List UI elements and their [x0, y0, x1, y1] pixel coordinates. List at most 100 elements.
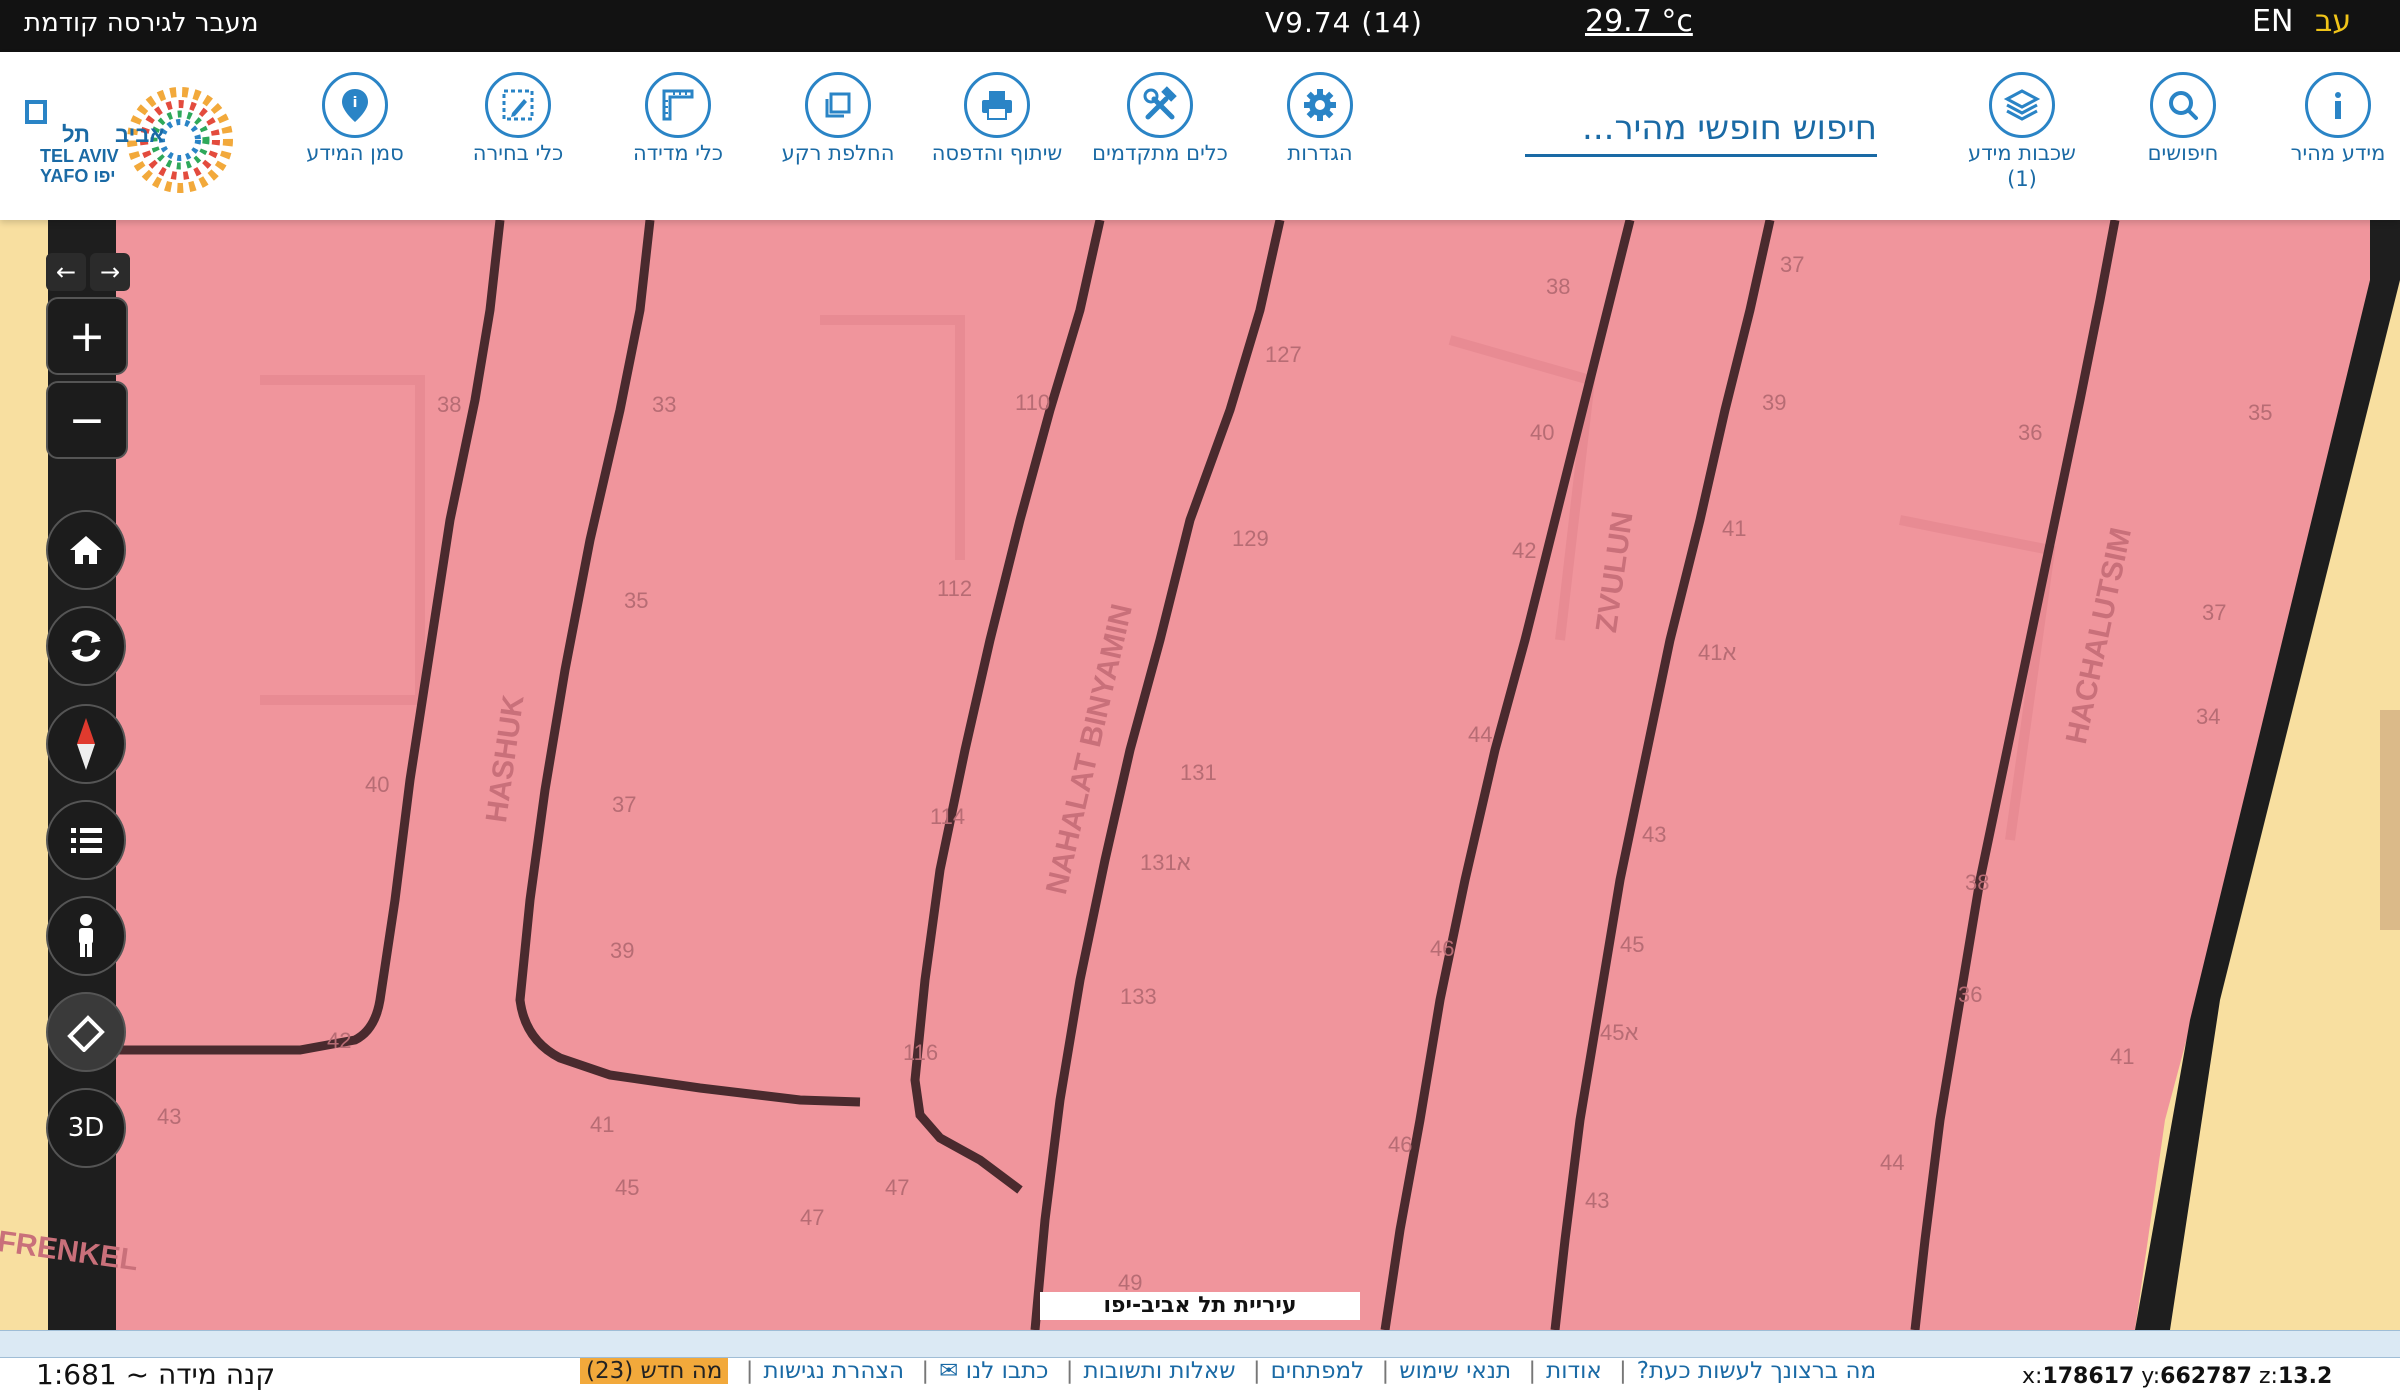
printer-icon: [964, 72, 1030, 138]
refresh-icon: [71, 630, 101, 662]
house-number: 127: [1265, 342, 1302, 367]
eraser-button[interactable]: [46, 992, 126, 1072]
quick-search-input[interactable]: חיפוש חופשי מהיר...: [1525, 102, 1877, 157]
legend-button[interactable]: [46, 800, 126, 880]
eraser-icon: [67, 1015, 105, 1052]
house-number: 44: [1880, 1150, 1905, 1175]
coordinates-readout: x:178617 y:662787 z:13.2: [2022, 1364, 2332, 1389]
toolbar: תל אביב TEL AVIV YAFO יפו i סמן המידע כל…: [0, 52, 2400, 220]
info-icon: [2305, 72, 2371, 138]
measure-tool[interactable]: כלי מדידה: [603, 72, 753, 166]
basemap-tool[interactable]: החלפת רקע: [763, 72, 913, 166]
version-label: V9.74 (14): [1265, 6, 1423, 39]
logo-tel-text: תל: [62, 122, 90, 147]
select-tool[interactable]: כלי בחירה: [443, 72, 593, 166]
footer-link-accessibility[interactable]: הצהרת נגישות: [763, 1358, 904, 1384]
coord-y-value: 662787: [2160, 1364, 2252, 1389]
arrow-right-icon[interactable]: →: [90, 253, 130, 291]
house-number: 114: [930, 804, 966, 829]
house-number: 38: [1546, 274, 1571, 299]
tel-aviv-yafo-logo[interactable]: תל אביב TEL AVIV YAFO יפו: [20, 80, 250, 205]
house-number: 40: [365, 772, 390, 797]
arrow-left-icon[interactable]: ←: [46, 253, 86, 291]
whats-new-badge[interactable]: מה חדש (23): [580, 1358, 729, 1384]
zoom-in-button[interactable]: +: [46, 297, 128, 375]
language-en-button[interactable]: EN: [2252, 4, 2293, 39]
layers-count: (1): [2007, 167, 2037, 191]
house-number: 37: [1780, 252, 1805, 277]
compass-button[interactable]: [46, 704, 126, 784]
map-canvas[interactable]: 38 33 110 127 38 37 39 36 35 40 129 41 3…: [0, 220, 2400, 1330]
footer-link-faq[interactable]: שאלות ותשובות: [1084, 1358, 1236, 1384]
layers-label: שכבות מידע: [1968, 141, 2076, 165]
house-number: 37: [612, 792, 637, 817]
search-icon: [2150, 72, 2216, 138]
footer-link-about[interactable]: אודות: [1546, 1358, 1602, 1384]
house-number: 110: [1015, 390, 1051, 415]
previous-version-link[interactable]: מעבר לגירסה קודמת: [24, 8, 258, 38]
coord-z-label: z:: [2259, 1364, 2278, 1389]
coord-x-value: 178617: [2042, 1364, 2135, 1389]
footer: קנה מידה ~ 1:681 מה ברצונך לעשות כעת? | א…: [0, 1330, 2400, 1394]
logo-aviv-en-text: TEL AVIV: [40, 146, 119, 166]
house-number: 41א: [1698, 640, 1737, 665]
street-view-button[interactable]: [46, 896, 126, 976]
house-number: 41: [2110, 1044, 2135, 1069]
house-number: 116: [903, 1040, 939, 1065]
house-number: 34: [2196, 704, 2221, 729]
footer-link-what-to-do[interactable]: מה ברצונך לעשות כעת?: [1637, 1358, 1876, 1384]
house-number: 40: [1530, 420, 1555, 445]
view-3d-button[interactable]: 3D: [46, 1088, 126, 1168]
house-number: 44: [1468, 722, 1493, 747]
house-number: 129: [1232, 526, 1269, 551]
house-number: 42: [327, 1028, 352, 1053]
footer-link-terms[interactable]: תנאי שימוש: [1399, 1358, 1511, 1384]
house-number: 47: [885, 1175, 910, 1200]
separator: |: [1065, 1358, 1074, 1384]
basemap-label: החלפת רקע: [781, 141, 895, 165]
compass-icon: [77, 718, 95, 770]
tools-hammer-icon: [1127, 72, 1193, 138]
house-number: 35: [2248, 400, 2273, 425]
searches-tool[interactable]: חיפושים: [2108, 72, 2258, 166]
list-icon: [71, 828, 102, 853]
person-icon: [79, 914, 93, 957]
logo-yafo-text: YAFO יפו: [40, 166, 116, 186]
house-number: 45א: [1600, 1020, 1639, 1045]
footer-link-developers[interactable]: למפתחים: [1271, 1358, 1365, 1384]
share-print-label: שיתוף והדפסה: [931, 141, 1063, 165]
footer-link-contact[interactable]: כתבו לנו ✉: [939, 1358, 1048, 1384]
footer-collapse-handle[interactable]: [0, 1330, 2400, 1358]
house-number: 33: [652, 392, 677, 417]
zoom-out-button[interactable]: −: [46, 381, 128, 459]
settings-tool[interactable]: הגדרות: [1245, 72, 1395, 166]
coord-x-label: x:: [2022, 1364, 2043, 1389]
coord-z-value: 13.2: [2277, 1364, 2333, 1389]
house-number: 36: [1958, 982, 1983, 1007]
advanced-tools-label: כלים מתקדמים: [1092, 141, 1228, 165]
house-number: 41: [590, 1112, 615, 1137]
panel-arrows: ← →: [46, 253, 130, 291]
layers-tool[interactable]: שכבות מידע (1): [1947, 72, 2097, 192]
share-print-tool[interactable]: שיתוף והדפסה: [922, 72, 1072, 166]
house-number: 46: [1430, 936, 1455, 961]
separator: |: [1252, 1358, 1261, 1384]
house-number: 37: [2202, 600, 2227, 625]
separator: |: [1381, 1358, 1390, 1384]
svg-text:i: i: [353, 95, 358, 111]
refresh-button[interactable]: [46, 606, 126, 686]
quick-info-tool[interactable]: מידע מהיר: [2263, 72, 2400, 166]
top-bar: מעבר לגירסה קודמת V9.74 (14) 29.7 °c EN …: [0, 0, 2400, 52]
house-number: 112: [937, 576, 973, 601]
searches-label: חיפושים: [2147, 141, 2219, 165]
temperature-link[interactable]: 29.7 °c: [1585, 4, 1693, 39]
map-pin-icon: i: [322, 72, 388, 138]
footer-links: מה ברצונך לעשות כעת? | אודות | תנאי שימוש |…: [580, 1358, 1876, 1384]
mark-info-tool[interactable]: i סמן המידע: [280, 72, 430, 166]
basemap-squares-icon: [805, 72, 871, 138]
home-button[interactable]: [46, 510, 126, 590]
advanced-tools[interactable]: כלים מתקדמים: [1085, 72, 1235, 166]
house-number: 38: [437, 392, 462, 417]
house-number: 39: [610, 938, 635, 963]
language-he-button[interactable]: עב: [2315, 4, 2351, 39]
